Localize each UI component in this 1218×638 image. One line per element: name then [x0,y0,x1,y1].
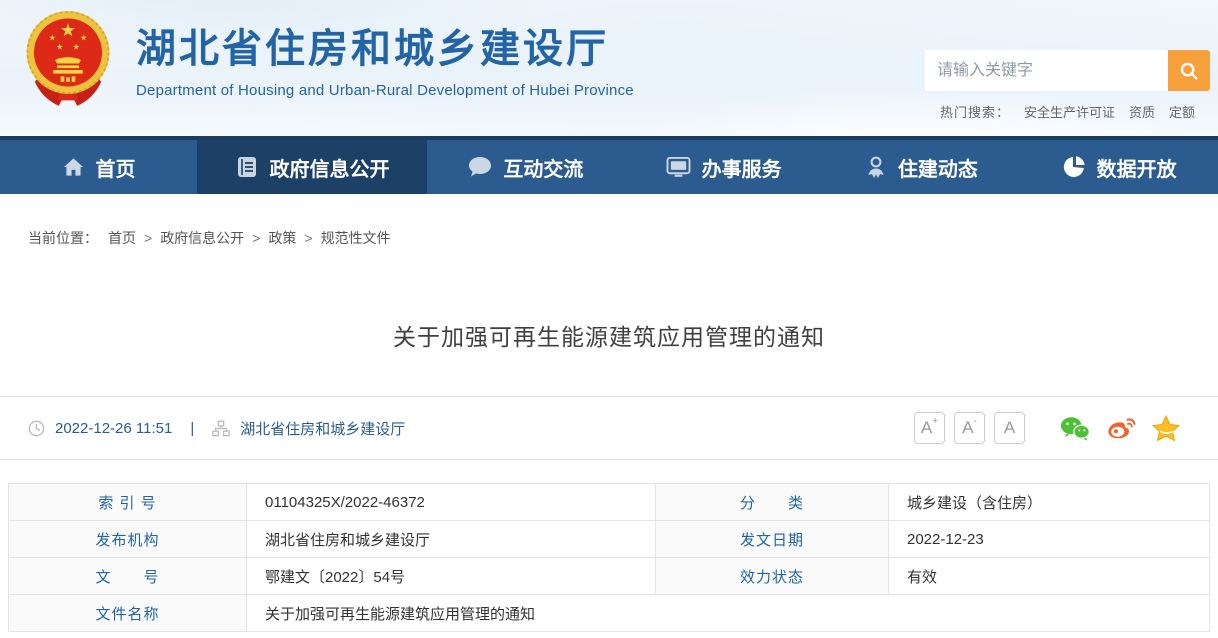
site-subtitle: Department of Housing and Urban-Rural De… [136,82,634,99]
article-meta-row: 2022-12-26 11:51 | 湖北省住房和城乡建设厅 A+ A- A [0,396,1218,460]
font-increase-button[interactable]: A+ [914,412,945,444]
field-value-issue-date: 2022-12-23 [889,521,1210,558]
article-tools: A+ A- A [914,412,1180,444]
table-row: 索 引 号 01104325X/2022-46372 分 类 城乡建设（含住房） [9,484,1210,521]
chat-icon [468,156,492,178]
publish-datetime: 2022-12-26 11:51 [55,420,172,437]
search-input[interactable] [925,50,1168,91]
article-meta: 2022-12-26 11:51 | 湖北省住房和城乡建设厅 [28,418,405,439]
document-icon [235,155,259,179]
field-value-category: 城乡建设（含住房） [889,484,1210,521]
field-label-category: 分 类 [656,484,889,521]
nav-item-open-data[interactable]: 数据开放 [1020,140,1218,194]
breadcrumb-policy[interactable]: 政策 [268,230,296,246]
field-value-index-number: 01104325X/2022-46372 [247,484,656,521]
field-label-document-title: 文件名称 [9,595,247,632]
wechat-icon[interactable] [1060,416,1090,441]
person-icon [865,155,887,179]
nav-item-news[interactable]: 住建动态 [823,140,1021,194]
share-group [1060,415,1180,441]
hot-search-term-2[interactable]: 资质 [1129,105,1155,120]
nav-item-interaction[interactable]: 互动交流 [427,140,625,194]
breadcrumb-label: 当前位置： [28,230,98,246]
national-emblem-logo [22,6,114,110]
field-label-index-number: 索 引 号 [9,484,247,521]
hot-search-term-3[interactable]: 定额 [1169,105,1195,120]
brand-block: 湖北省住房和城乡建设厅 Department of Housing and Ur… [136,16,634,99]
site-header: 湖北省住房和城乡建设厅 Department of Housing and Ur… [0,0,1218,136]
qzone-icon[interactable] [1152,415,1180,441]
publish-source: 湖北省住房和城乡建设厅 [240,418,405,439]
nav-item-gov-info[interactable]: 政府信息公开 [197,140,427,194]
breadcrumb: 当前位置：首页>政府信息公开>政策>规范性文件 [28,228,1218,248]
field-label-validity-status: 效力状态 [656,558,889,595]
source-icon [212,420,230,437]
field-value-issuing-agency: 湖北省住房和城乡建设厅 [247,521,656,558]
hot-search: 热门搜索： 安全生产许可证资质定额 [940,102,1195,121]
breadcrumb-normative-docs[interactable]: 规范性文件 [321,230,391,246]
document-info-table: 索 引 号 01104325X/2022-46372 分 类 城乡建设（含住房）… [8,483,1210,632]
field-value-document-number: 鄂建文〔2022〕54号 [247,558,656,595]
pie-chart-icon [1062,155,1086,179]
table-row: 发布机构 湖北省住房和城乡建设厅 发文日期 2022-12-23 [9,521,1210,558]
hot-search-term-1[interactable]: 安全生产许可证 [1024,105,1115,120]
nav-item-services[interactable]: 办事服务 [625,140,823,194]
field-label-document-number: 文 号 [9,558,247,595]
breadcrumb-home[interactable]: 首页 [108,230,136,246]
table-row: 文件名称 关于加强可再生能源建筑应用管理的通知 [9,595,1210,632]
article-title: 关于加强可再生能源建筑应用管理的通知 [0,318,1218,352]
nav-item-home[interactable]: 首页 [0,140,197,194]
field-value-document-title: 关于加强可再生能源建筑应用管理的通知 [247,595,1210,632]
font-decrease-button[interactable]: A- [954,412,985,444]
clock-icon [28,420,45,437]
field-label-issuing-agency: 发布机构 [9,521,247,558]
hot-search-label: 热门搜索： [940,105,1010,120]
weibo-icon[interactable] [1106,416,1136,441]
field-label-issue-date: 发文日期 [656,521,889,558]
font-reset-button[interactable]: A [994,412,1025,444]
field-value-validity-status: 有效 [889,558,1210,595]
main-nav: 首页 政府信息公开 互动交流 办事 [0,136,1218,194]
search-bar [925,50,1210,91]
monitor-icon [666,156,691,179]
search-icon [1178,60,1200,82]
breadcrumb-gov-info[interactable]: 政府信息公开 [160,230,244,246]
home-icon [62,156,85,179]
site-title: 湖北省住房和城乡建设厅 [136,16,634,74]
search-button[interactable] [1168,50,1210,91]
table-row: 文 号 鄂建文〔2022〕54号 效力状态 有效 [9,558,1210,595]
